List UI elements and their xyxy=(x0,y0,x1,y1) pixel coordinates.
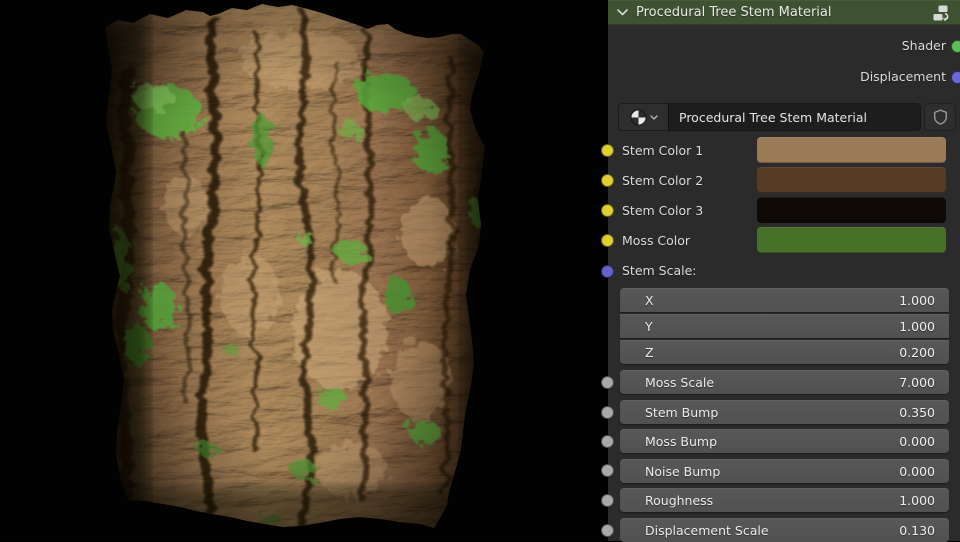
shader-output-socket xyxy=(951,39,960,53)
moss-color-socket xyxy=(601,233,614,247)
stem-bump-slider[interactable]: Stem Bump 0.350 xyxy=(620,400,949,424)
material-name-field[interactable]: Procedural Tree Stem Material xyxy=(668,103,921,131)
material-datablock-row: Procedural Tree Stem Material xyxy=(618,103,956,131)
slider-label: Y xyxy=(645,318,653,334)
slider-label: Moss Scale xyxy=(645,374,715,390)
panel-header[interactable]: Procedural Tree Stem Material xyxy=(608,0,960,25)
node-group-icon xyxy=(933,5,949,21)
viewport-3d[interactable] xyxy=(0,0,608,541)
stem-bump-socket xyxy=(601,405,614,419)
output-displacement-label: Displacement xyxy=(860,69,946,84)
stem-scale-x-slider[interactable]: X 1.000 xyxy=(620,288,949,312)
slider-label: Displacement Scale xyxy=(645,522,769,538)
moss-scale-slider[interactable]: Moss Scale 7.000 xyxy=(620,370,949,394)
output-shader-label: Shader xyxy=(901,38,946,53)
stem-color-1-label: Stem Color 1 xyxy=(622,142,704,158)
slider-value: 7.000 xyxy=(899,374,935,390)
roughness-slider[interactable]: Roughness 1.000 xyxy=(620,488,949,512)
slider-value: 1.000 xyxy=(899,292,935,308)
slider-label: Stem Bump xyxy=(645,404,719,420)
stem-color-2-row: Stem Color 2 xyxy=(608,167,960,193)
slider-value: 1.000 xyxy=(899,492,935,508)
displacement-scale-socket xyxy=(601,523,614,537)
slider-value: 1.000 xyxy=(899,318,935,334)
moss-scale-socket xyxy=(601,375,614,389)
noise-bump-socket xyxy=(601,464,614,477)
slider-label: Noise Bump xyxy=(645,463,721,479)
stem-color-3-swatch[interactable] xyxy=(757,197,946,223)
stem-color-1-row: Stem Color 1 xyxy=(608,137,960,163)
slider-value: 0.000 xyxy=(899,463,935,479)
material-properties-panel: Procedural Tree Stem Material Shader Dis… xyxy=(601,0,960,542)
panel-title: Procedural Tree Stem Material xyxy=(636,5,832,20)
stem-color-3-row: Stem Color 3 xyxy=(608,197,960,223)
noise-bump-slider[interactable]: Noise Bump 0.000 xyxy=(620,459,949,483)
moss-color-row: Moss Color xyxy=(608,227,960,253)
fake-user-button[interactable] xyxy=(924,103,956,131)
stem-color-2-socket xyxy=(601,173,614,187)
moss-bump-slider[interactable]: Moss Bump 0.000 xyxy=(620,429,949,453)
stem-color-2-swatch[interactable] xyxy=(757,167,946,193)
stem-scale-z-slider[interactable]: Z 0.200 xyxy=(620,340,949,364)
moss-bump-socket xyxy=(601,435,614,448)
slider-value: 0.350 xyxy=(899,404,935,420)
blender-screenshot: { "viewport": { "background": "#000000",… xyxy=(0,0,960,542)
material-browse-button[interactable] xyxy=(618,103,668,131)
slider-label: Roughness xyxy=(645,492,714,508)
stem-color-1-swatch[interactable] xyxy=(757,137,946,163)
stem-scale-label: Stem Scale: xyxy=(622,263,697,278)
shield-icon xyxy=(933,109,947,125)
displacement-scale-slider[interactable]: Displacement Scale 0.130 xyxy=(620,518,949,542)
stem-color-1-socket xyxy=(601,143,614,157)
chevron-down-icon xyxy=(617,9,628,16)
slider-value: 0.200 xyxy=(899,344,935,360)
slider-label: Z xyxy=(645,344,654,360)
stem-scale-socket xyxy=(601,264,614,278)
slider-value: 0.130 xyxy=(899,522,935,538)
stem-color-3-socket xyxy=(601,203,614,217)
slider-label: X xyxy=(645,292,654,308)
tree-bark-render xyxy=(105,4,485,528)
stem-color-3-label: Stem Color 3 xyxy=(622,202,704,218)
slider-label: Moss Bump xyxy=(645,433,718,449)
displacement-output-socket xyxy=(951,70,960,84)
material-sphere-icon xyxy=(629,108,647,126)
stem-color-2-label: Stem Color 2 xyxy=(622,172,704,188)
moss-color-swatch[interactable] xyxy=(757,227,946,253)
chevron-down-icon xyxy=(649,114,658,120)
stem-scale-y-slider[interactable]: Y 1.000 xyxy=(620,314,949,338)
moss-color-label: Moss Color xyxy=(622,232,691,248)
slider-value: 0.000 xyxy=(899,433,935,449)
roughness-socket xyxy=(601,493,614,507)
